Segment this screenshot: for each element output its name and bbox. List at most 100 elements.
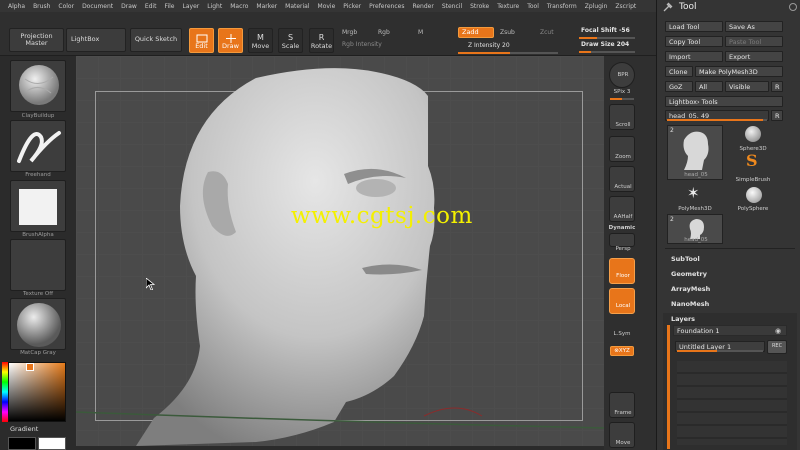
sphere3d-icon[interactable] <box>745 126 761 142</box>
goz-r-button[interactable]: R <box>771 81 783 92</box>
menu-item-color[interactable]: Color <box>58 3 74 10</box>
menu-item-alpha[interactable]: Alpha <box>8 3 25 10</box>
menu-item-layer[interactable]: Layer <box>183 3 200 10</box>
tool-thumb-head[interactable]: 2 head_05 <box>667 125 723 180</box>
load-tool-button[interactable]: Load Tool <box>665 21 723 32</box>
mrgb-toggle[interactable]: Mrgb <box>342 29 357 36</box>
copy-tool-button[interactable]: Copy Tool <box>665 36 723 47</box>
export-button[interactable]: Export <box>725 51 783 62</box>
texture-thumbnail[interactable] <box>10 239 66 291</box>
zadd-button[interactable]: Zadd <box>458 27 494 38</box>
spix-track[interactable] <box>610 98 634 100</box>
material-thumbnail[interactable] <box>10 298 66 350</box>
scroll-button[interactable]: Scroll <box>609 104 635 130</box>
projection-master-button[interactable]: Projection Master <box>9 28 64 52</box>
local-button[interactable]: Local <box>609 288 635 314</box>
color-selector[interactable] <box>26 363 34 371</box>
z-intensity-slider[interactable]: Z Intensity 20 <box>468 42 510 49</box>
goz-button[interactable]: GoZ <box>665 81 693 92</box>
persp-button[interactable]: Persp <box>609 233 635 252</box>
menu-item-edit[interactable]: Edit <box>145 3 157 10</box>
rotate-button[interactable]: R Rotate <box>309 28 334 53</box>
m-toggle[interactable]: M <box>418 29 423 36</box>
menu-item-material[interactable]: Material <box>285 3 309 10</box>
zoom-button[interactable]: Zoom <box>609 136 635 162</box>
quick-sketch-button[interactable]: Quick Sketch <box>130 28 182 52</box>
menu-item-macro[interactable]: Macro <box>230 3 248 10</box>
alpha-thumbnail[interactable] <box>10 180 66 232</box>
actual-button[interactable]: Actual <box>609 166 635 192</box>
menu-item-texture[interactable]: Texture <box>497 3 519 10</box>
subtool-section[interactable]: SubTool <box>671 255 700 263</box>
palette-dock-icon[interactable] <box>789 3 797 11</box>
aahalf-button[interactable]: AAHalf <box>609 196 635 222</box>
draw-size-slider[interactable]: Draw Size 204 <box>581 41 629 48</box>
menu-item-light[interactable]: Light <box>207 3 222 10</box>
color-picker-square[interactable] <box>8 362 66 422</box>
menu-item-zscript[interactable]: Zscript <box>615 3 636 10</box>
untitled-layer-strength[interactable] <box>677 350 763 352</box>
menu-item-tool[interactable]: Tool <box>527 3 539 10</box>
menu-item-stencil[interactable]: Stencil <box>442 3 462 10</box>
menu-item-transform[interactable]: Transform <box>547 3 577 10</box>
layers-section[interactable]: Layers <box>671 315 695 323</box>
polymesh3d-icon[interactable]: ✶ <box>687 186 700 201</box>
bpr-button[interactable]: BPR <box>609 62 635 88</box>
nanomesh-section[interactable]: NanoMesh <box>671 300 709 308</box>
zcut-toggle[interactable]: Zcut <box>540 29 554 36</box>
lightbox-tools-button[interactable]: Lightbox› Tools <box>665 96 783 107</box>
menu-item-movie[interactable]: Movie <box>318 3 336 10</box>
current-tool-r-button[interactable]: R <box>771 110 783 121</box>
floor-button[interactable]: Floor <box>609 258 635 284</box>
edit-button[interactable]: Edit <box>189 28 214 53</box>
import-button[interactable]: Import <box>665 51 723 62</box>
polysphere-icon[interactable] <box>746 187 762 203</box>
focal-shift-slider[interactable]: Focal Shift -56 <box>581 27 630 34</box>
simplebrush-icon[interactable]: S <box>746 153 758 169</box>
geometry-section[interactable]: Geometry <box>671 270 707 278</box>
document-canvas[interactable]: www.cgtsj.com <box>76 56 604 446</box>
menu-item-document[interactable]: Document <box>82 3 113 10</box>
clone-button[interactable]: Clone <box>665 66 693 77</box>
current-tool-track[interactable] <box>667 119 767 121</box>
frame-button[interactable]: Frame <box>609 392 635 418</box>
menu-item-render[interactable]: Render <box>412 3 433 10</box>
paste-tool-button[interactable]: Paste Tool <box>725 36 783 47</box>
main-color-swatch[interactable] <box>8 437 36 450</box>
lightbox-button[interactable]: LightBox <box>66 28 126 52</box>
tool-thumb-head-small[interactable]: 2 head_05 <box>667 214 723 244</box>
layers-scrollbar[interactable] <box>667 325 670 449</box>
save-as-button[interactable]: Save As <box>725 21 783 32</box>
rgb-toggle[interactable]: Rgb <box>378 29 390 36</box>
secondary-color-swatch[interactable] <box>38 437 66 450</box>
menu-item-zplugin[interactable]: Zplugin <box>585 3 608 10</box>
eye-icon[interactable]: ◉ <box>775 327 781 335</box>
goz-all-button[interactable]: All <box>695 81 723 92</box>
make-polymesh-button[interactable]: Make PolyMesh3D <box>695 66 783 77</box>
rec-button[interactable]: REC <box>767 340 787 354</box>
menu-item-brush[interactable]: Brush <box>33 3 50 10</box>
menu-item-picker[interactable]: Picker <box>343 3 361 10</box>
head-model[interactable] <box>76 56 604 446</box>
gradient-label[interactable]: Gradient <box>10 425 38 433</box>
menu-item-file[interactable]: File <box>164 3 174 10</box>
foundation-layer[interactable]: Foundation 1 <box>673 325 787 336</box>
zsub-toggle[interactable]: Zsub <box>500 29 515 36</box>
move-view-button[interactable]: Move <box>609 422 635 448</box>
menu-item-marker[interactable]: Marker <box>256 3 277 10</box>
draw-size-track[interactable] <box>579 51 635 53</box>
hue-strip[interactable] <box>2 362 8 422</box>
brush-thumbnail[interactable] <box>10 60 66 112</box>
spix-slider[interactable]: SPix 3 <box>604 89 640 95</box>
stroke-thumbnail[interactable] <box>10 120 66 172</box>
focal-shift-track[interactable] <box>579 37 635 39</box>
menu-item-preferences[interactable]: Preferences <box>369 3 404 10</box>
draw-button[interactable]: Draw <box>218 28 243 53</box>
goz-visible-button[interactable]: Visible <box>725 81 769 92</box>
move-button[interactable]: M Move <box>248 28 273 53</box>
lsym-button[interactable]: L.Sym <box>604 331 640 337</box>
z-intensity-track[interactable] <box>458 52 558 54</box>
rgb-intensity-slider[interactable]: Rgb Intensity <box>342 41 382 48</box>
menu-item-draw[interactable]: Draw <box>121 3 137 10</box>
scale-button[interactable]: S Scale <box>278 28 303 53</box>
